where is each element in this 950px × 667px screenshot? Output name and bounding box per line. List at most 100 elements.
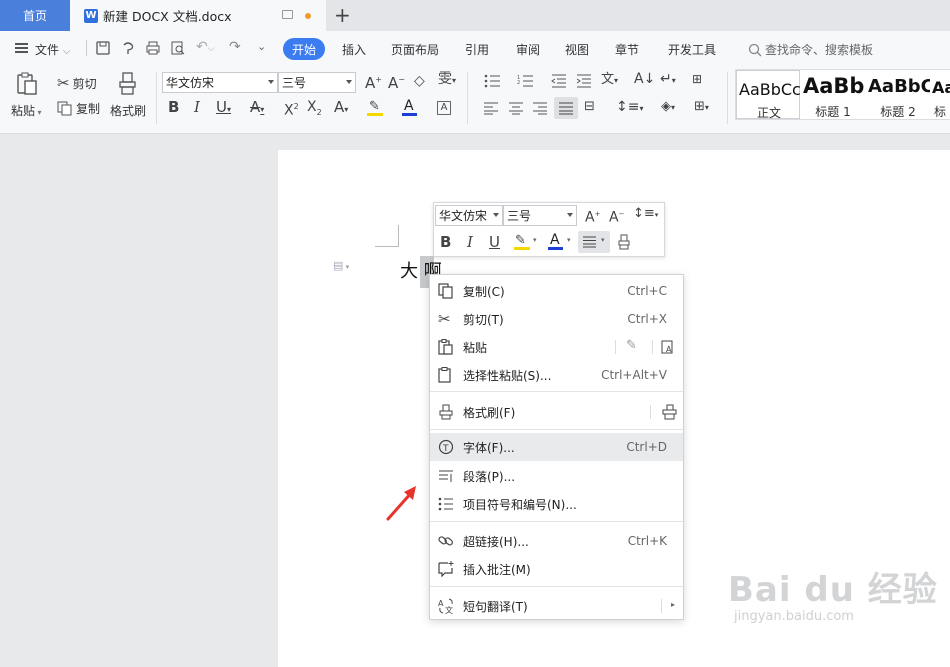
mini-increase-font-icon[interactable]: A+ [585, 207, 600, 225]
numbered-list-icon[interactable]: 12 [517, 74, 535, 88]
format-painter-multi-icon[interactable] [660, 404, 678, 420]
align-right-icon[interactable] [533, 102, 548, 115]
mini-align-button[interactable]: ▾ [578, 231, 610, 253]
menu-item-hyperlink[interactable]: 超链接(H)... Ctrl+K [430, 527, 683, 555]
mini-font-color-bar [548, 247, 563, 250]
shading-icon[interactable]: ◈▾ [661, 100, 675, 115]
paste-icon[interactable] [16, 72, 38, 96]
style-normal[interactable]: AaBbCcDd 正文 [736, 70, 801, 120]
cut-button[interactable]: ✂ 剪切 [57, 74, 97, 92]
command-search[interactable]: 查找命令、搜索模板 [748, 41, 873, 58]
menu-separator [430, 429, 683, 430]
menu-tab-developer[interactable]: 开发工具 [668, 41, 716, 58]
save-icon[interactable] [96, 41, 110, 55]
mini-line-spacing-icon[interactable]: ↕≡▾ [633, 207, 658, 222]
mini-font-name-select[interactable]: 华文仿宋 [435, 205, 503, 226]
font-color-icon[interactable]: A [402, 98, 422, 117]
customize-quick-access-icon[interactable]: ⌄ [257, 40, 266, 53]
menu-item-cut[interactable]: ✂ 剪切(T) Ctrl+X [430, 305, 683, 333]
format-painter-icon[interactable] [117, 72, 139, 96]
copy-icon [57, 101, 72, 116]
file-menu[interactable]: 文件 ⌵ [35, 41, 70, 58]
menu-item-paragraph[interactable]: 段落(P)... [430, 462, 683, 490]
menu-tab-start[interactable]: 开始 [283, 38, 325, 60]
watermark-brand: Bai du 经验 [728, 570, 938, 610]
menu-tab-review[interactable]: 审阅 [516, 41, 540, 58]
style-heading-1[interactable]: AaBb 标题 1 [801, 70, 865, 119]
undo-history-icon[interactable] [121, 41, 135, 55]
phonetic-guide-icon[interactable]: 雯▾ [438, 72, 456, 88]
mini-font-color-icon[interactable]: A ▾ [548, 232, 572, 251]
subscript-icon[interactable]: X2 [307, 100, 322, 120]
show-hide-marks-icon[interactable]: ↵▾ [660, 72, 676, 88]
copy-button[interactable]: 复制 [57, 100, 100, 117]
menu-item-translate[interactable]: A文 短句翻译(T) ▸ [430, 592, 683, 620]
menu-tab-references[interactable]: 引用 [465, 41, 489, 58]
mini-font-size-select[interactable]: 三号 [503, 205, 577, 226]
tab-stops-icon[interactable]: ⊞ [692, 72, 702, 86]
tab-home[interactable]: 首页 [0, 0, 70, 31]
strikethrough-icon[interactable]: A▾ [250, 100, 264, 117]
mini-italic-icon[interactable]: I [467, 235, 473, 250]
menu-item-format-painter[interactable]: 格式刷(F) [430, 398, 683, 426]
clear-format-icon[interactable]: ◇ [414, 74, 425, 88]
paste-button[interactable]: 粘贴 ▾ [11, 102, 42, 119]
mini-bold-icon[interactable]: B [440, 235, 451, 250]
style-heading-3[interactable]: Aa 标 [930, 70, 950, 119]
style-heading-2[interactable]: AaBbC 标题 2 [866, 70, 930, 119]
redo-icon[interactable]: ↷ [229, 39, 241, 55]
mini-format-painter-icon[interactable] [617, 234, 631, 250]
menu-item-copy[interactable]: 复制(C) Ctrl+C [430, 277, 683, 305]
mini-highlight-color-icon[interactable]: ✎ ▾ [514, 233, 538, 251]
format-painter-button[interactable]: 格式刷 [110, 102, 146, 119]
monitor-icon[interactable] [282, 10, 293, 19]
menu-item-font[interactable]: T 字体(F)... Ctrl+D [430, 433, 683, 461]
increase-indent-icon[interactable] [576, 74, 592, 88]
line-spacing-icon[interactable]: ↕≡▾ [616, 100, 643, 116]
justify-button[interactable] [554, 97, 578, 119]
bullet-list-icon [438, 497, 453, 511]
font-size-select[interactable]: 三号 [278, 72, 356, 93]
paste-text-only-icon[interactable]: A [661, 339, 675, 355]
superscript-icon[interactable]: X2 [284, 100, 299, 118]
divider [652, 340, 653, 354]
underline-icon[interactable]: U▾ [216, 100, 231, 117]
mini-decrease-font-icon[interactable]: A− [609, 207, 624, 225]
print-icon[interactable] [146, 41, 160, 55]
paragraph-handle-icon[interactable]: ▤ ▾ [333, 259, 349, 272]
align-left-icon[interactable] [484, 102, 499, 115]
distributed-align-icon[interactable]: ⊟ [584, 100, 595, 114]
menu-item-insert-comment[interactable]: 插入批注(M) [430, 555, 683, 583]
scissors-icon: ✂ [57, 74, 70, 92]
align-center-icon[interactable] [509, 102, 524, 115]
highlight-color-icon[interactable]: ✎ [367, 99, 389, 117]
hamburger-menu-icon[interactable] [15, 43, 28, 53]
new-tab-button[interactable]: + [334, 3, 351, 27]
divider [727, 72, 728, 124]
menu-tab-view[interactable]: 视图 [565, 41, 589, 58]
text-effect-icon[interactable]: A▾ [334, 100, 348, 117]
tab-document[interactable]: W 新建 DOCX 文档.docx [70, 0, 326, 31]
menu-item-paste[interactable]: 粘贴 ✎ A [430, 333, 683, 361]
undo-icon[interactable]: ↶⌵ [196, 39, 215, 55]
italic-icon[interactable]: I [194, 100, 200, 115]
bold-icon[interactable]: B [168, 100, 179, 115]
paste-keep-text-icon[interactable]: ✎ [626, 338, 637, 353]
menu-item-paste-special[interactable]: 选择性粘贴(S)... Ctrl+Alt+V [430, 361, 683, 389]
menu-tab-chapter[interactable]: 章节 [615, 41, 639, 58]
menu-tab-page-layout[interactable]: 页面布局 [391, 41, 439, 58]
decrease-indent-icon[interactable] [551, 74, 567, 88]
print-preview-icon[interactable] [171, 41, 185, 55]
menu-item-bullets-numbering[interactable]: 项目符号和编号(N)... [430, 490, 683, 518]
character-border-icon[interactable]: A [437, 101, 451, 115]
menu-tab-insert[interactable]: 插入 [342, 41, 366, 58]
mini-underline-icon[interactable]: U [489, 235, 500, 250]
decrease-font-size-icon[interactable]: A− [388, 73, 405, 91]
increase-font-size-icon[interactable]: A+ [365, 73, 382, 91]
bullet-list-icon[interactable] [484, 74, 502, 88]
borders-icon[interactable]: ⊞▾ [694, 100, 709, 115]
sort-icon[interactable]: A↓ [634, 72, 655, 86]
font-name-select[interactable]: 华文仿宋 [162, 72, 278, 93]
translate-icon: A文 [438, 598, 453, 614]
chinese-layout-icon[interactable]: 文▾ [601, 73, 618, 88]
